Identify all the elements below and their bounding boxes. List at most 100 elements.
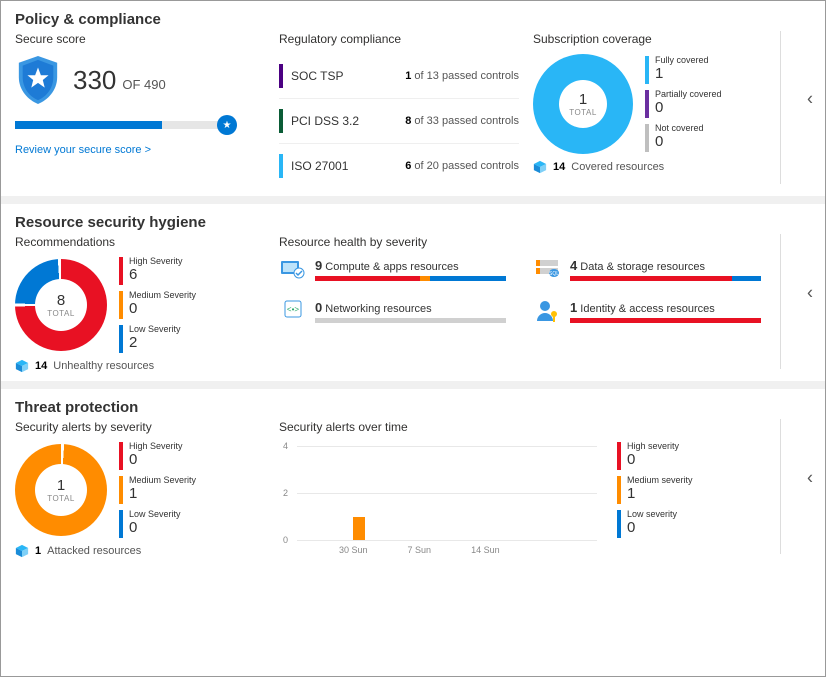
health-item[interactable]: <•> 0 Networking resources bbox=[279, 299, 506, 323]
cube-icon bbox=[533, 160, 547, 174]
donut-label: TOTAL bbox=[47, 494, 75, 503]
footer-count: 14 bbox=[553, 161, 565, 173]
reg-value: 6 of 20 passed controls bbox=[405, 160, 519, 172]
x-tick: 30 Sun bbox=[339, 545, 368, 555]
threat-protection-section: Threat protection Security alerts by sev… bbox=[1, 389, 825, 566]
legend-value: 0 bbox=[655, 134, 704, 151]
legend-value: 0 bbox=[129, 452, 183, 469]
reg-name: ISO 27001 bbox=[291, 159, 397, 173]
legend-row: Medium Severity1 bbox=[119, 476, 196, 504]
panel-title: Regulatory compliance bbox=[279, 32, 519, 46]
secure-score-panel[interactable]: Secure score 330 OF 490 ★ bbox=[15, 32, 265, 188]
footer-count: 1 bbox=[35, 545, 41, 557]
footer-label: Covered resources bbox=[571, 161, 664, 173]
legend-row: Not covered0 bbox=[645, 124, 722, 152]
color-bar bbox=[279, 154, 283, 178]
legend-row: High Severity6 bbox=[119, 257, 196, 285]
compute-icon bbox=[279, 257, 307, 281]
subscription-coverage-panel[interactable]: Subscription coverage 1 TOTAL Fully cove… bbox=[533, 32, 761, 188]
legend-color bbox=[645, 124, 649, 152]
legend-value: 0 bbox=[129, 301, 196, 318]
legend-value: 1 bbox=[655, 66, 709, 83]
review-score-link[interactable]: Review your secure score > bbox=[15, 144, 151, 156]
network-icon: <•> bbox=[279, 299, 307, 323]
shield-icon bbox=[15, 54, 61, 106]
recommendations-donut: 8 TOTAL bbox=[15, 259, 107, 351]
policy-compliance-section: Policy & compliance Secure score 330 OF … bbox=[1, 1, 825, 204]
legend-label: Partially covered bbox=[655, 90, 722, 100]
legend-label: High Severity bbox=[129, 442, 183, 452]
expand-chevron-icon[interactable]: ‹ bbox=[807, 88, 813, 109]
legend-label: Medium severity bbox=[627, 476, 693, 486]
alerts-legend: High Severity0 Medium Severity1 Low Seve… bbox=[119, 442, 196, 538]
score-of: OF 490 bbox=[122, 77, 165, 92]
alerts-by-severity-panel[interactable]: Security alerts by severity 1 TOTAL High… bbox=[15, 420, 265, 558]
regulatory-compliance-panel[interactable]: Regulatory compliance SOC TSP 1 of 13 pa… bbox=[279, 32, 519, 188]
svg-text:<•>: <•> bbox=[287, 305, 299, 314]
regulatory-row[interactable]: SOC TSP 1 of 13 passed controls bbox=[279, 54, 519, 99]
legend-value: 0 bbox=[655, 100, 722, 117]
legend-value: 2 bbox=[129, 335, 181, 352]
legend-label: Medium Severity bbox=[129, 291, 196, 301]
health-item[interactable]: 9 Compute & apps resources bbox=[279, 257, 506, 281]
recommendations-panel[interactable]: Recommendations 8 TOTAL High Severity6 M… bbox=[15, 235, 265, 373]
cube-icon bbox=[15, 359, 29, 373]
attacked-resources-stat: 1 Attacked resources bbox=[15, 544, 265, 558]
resource-hygiene-section: Resource security hygiene Recommendation… bbox=[1, 204, 825, 389]
legend-value: 0 bbox=[627, 520, 677, 537]
secure-score-progress: ★ bbox=[15, 118, 235, 132]
footer-label: Unhealthy resources bbox=[53, 360, 154, 372]
y-tick: 4 bbox=[283, 441, 288, 451]
legend-color bbox=[617, 442, 621, 470]
legend-row: Low Severity0 bbox=[119, 510, 196, 538]
donut-value: 8 bbox=[57, 292, 65, 309]
footer-label: Attacked resources bbox=[47, 545, 141, 557]
health-title: 9 Compute & apps resources bbox=[315, 258, 506, 273]
section-title: Resource security hygiene bbox=[15, 214, 811, 231]
legend-color bbox=[119, 476, 123, 504]
chart-bar bbox=[353, 517, 365, 541]
donut-label: TOTAL bbox=[569, 108, 597, 117]
y-tick: 0 bbox=[283, 535, 288, 545]
reg-value: 1 of 13 passed controls bbox=[405, 70, 519, 82]
legend-value: 0 bbox=[627, 452, 679, 469]
donut-value: 1 bbox=[57, 477, 65, 494]
y-tick: 2 bbox=[283, 488, 288, 498]
overtime-legend: High severity0 Medium severity1 Low seve… bbox=[617, 442, 693, 555]
legend-row: High Severity0 bbox=[119, 442, 196, 470]
legend-color bbox=[617, 510, 621, 538]
legend-row: High severity0 bbox=[617, 442, 693, 470]
panel-title: Recommendations bbox=[15, 235, 265, 249]
health-bar bbox=[570, 276, 761, 281]
legend-row: Low Severity2 bbox=[119, 325, 196, 353]
health-item[interactable]: SQL 4 Data & storage resources bbox=[534, 257, 761, 281]
legend-color bbox=[119, 510, 123, 538]
alerts-over-time-panel[interactable]: Security alerts over time 024 30 Sun7 Su… bbox=[279, 420, 761, 558]
legend-value: 1 bbox=[129, 486, 196, 503]
reg-name: PCI DSS 3.2 bbox=[291, 114, 397, 128]
legend-row: Low severity0 bbox=[617, 510, 693, 538]
legend-row: Medium Severity0 bbox=[119, 291, 196, 319]
legend-row: Fully covered1 bbox=[645, 56, 722, 84]
health-item[interactable]: 1 Identity & access resources bbox=[534, 299, 761, 323]
health-title: 0 Networking resources bbox=[315, 300, 506, 315]
resource-health-panel[interactable]: Resource health by severity 9 Compute & … bbox=[279, 235, 761, 373]
health-title: 4 Data & storage resources bbox=[570, 258, 761, 273]
health-bar bbox=[315, 318, 506, 323]
score-number: 330 bbox=[73, 65, 116, 96]
expand-chevron-icon[interactable]: ‹ bbox=[807, 282, 813, 303]
data-icon: SQL bbox=[534, 257, 562, 281]
health-title: 1 Identity & access resources bbox=[570, 300, 761, 315]
color-bar bbox=[279, 109, 283, 133]
expand-chevron-icon[interactable]: ‹ bbox=[807, 467, 813, 488]
covered-resources-stat: 14 Covered resources bbox=[533, 160, 761, 174]
legend-color bbox=[119, 291, 123, 319]
reg-name: SOC TSP bbox=[291, 69, 397, 83]
regulatory-row[interactable]: ISO 27001 6 of 20 passed controls bbox=[279, 144, 519, 188]
cube-icon bbox=[15, 544, 29, 558]
legend-color bbox=[119, 442, 123, 470]
subscription-donut: 1 TOTAL bbox=[533, 54, 633, 154]
regulatory-row[interactable]: PCI DSS 3.2 8 of 33 passed controls bbox=[279, 99, 519, 144]
legend-color bbox=[119, 257, 123, 285]
subscription-legend: Fully covered1 Partially covered0 Not co… bbox=[645, 56, 722, 152]
